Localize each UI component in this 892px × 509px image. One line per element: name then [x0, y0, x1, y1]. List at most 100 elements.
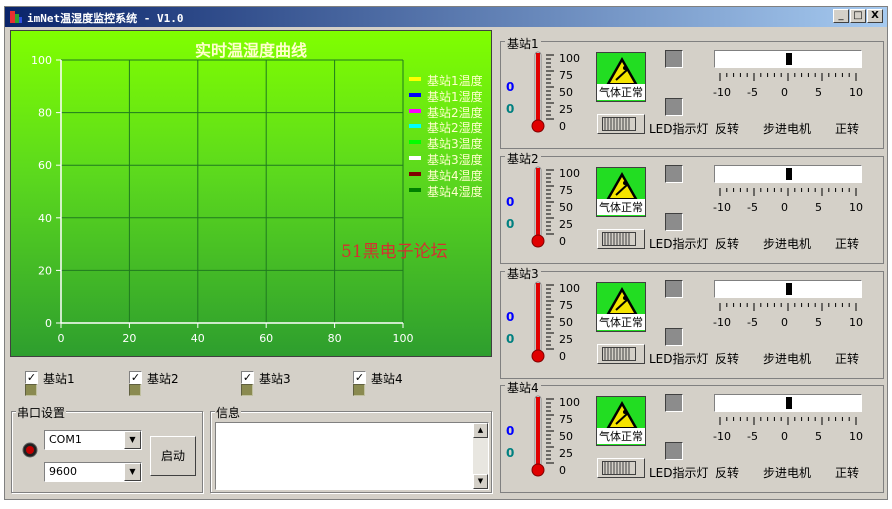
humidity-value: 0 [506, 102, 515, 116]
serial-settings-group: 串口设置 COM1 ▼ 9600 ▼ 启动 [11, 404, 203, 493]
y-tick-label: 20 [38, 264, 52, 277]
info-scrollbar[interactable]: ▲ ▼ [473, 423, 488, 489]
gas-status-text: 气体正常 [597, 428, 645, 444]
slider-tick-label: 0 [781, 201, 788, 214]
gas-status-indicator: 气体正常 [596, 52, 646, 102]
legend-swatch [409, 124, 421, 129]
scroll-up-icon[interactable]: ▲ [473, 423, 488, 438]
gas-status-text: 气体正常 [597, 199, 645, 215]
station2-indicator [129, 384, 141, 396]
motor-speed-slider[interactable] [714, 394, 862, 412]
slider-ticks [719, 188, 857, 196]
checkmark-icon[interactable]: ✓ [353, 371, 366, 384]
port-select-value: COM1 [49, 433, 82, 446]
reverse-button[interactable] [665, 213, 683, 231]
gauge-scale-label: 100 [559, 282, 580, 295]
legend-swatch [409, 187, 421, 192]
baud-select[interactable]: 9600 ▼ [44, 462, 142, 482]
forward-label: 正转 [835, 122, 860, 136]
x-tick-label: 60 [259, 332, 273, 345]
led-toggle-switch[interactable] [597, 344, 645, 364]
x-tick-label: 20 [122, 332, 136, 345]
slider-thumb[interactable] [785, 282, 793, 296]
minimize-button[interactable]: _ [833, 9, 849, 23]
forward-label: 正转 [835, 466, 860, 480]
humidity-value: 0 [506, 217, 515, 231]
gauge-scale-label: 75 [559, 69, 573, 82]
gas-status-indicator: 气体正常 [596, 396, 646, 446]
thermometer-icon [531, 51, 554, 133]
led-button[interactable] [665, 165, 683, 183]
reverse-button[interactable] [665, 328, 683, 346]
thermometer-icon [531, 166, 554, 248]
led-toggle-switch[interactable] [597, 458, 645, 478]
close-button[interactable]: X [867, 9, 883, 23]
slider-tick-label: -10 [713, 430, 731, 443]
gas-status-indicator: 气体正常 [596, 167, 646, 217]
legend-swatch [409, 171, 421, 176]
gauge-scale-label: 75 [559, 299, 573, 312]
gauge-scale-label: 100 [559, 396, 580, 409]
chevron-down-icon[interactable]: ▼ [124, 431, 141, 449]
x-tick-label: 80 [328, 332, 342, 345]
reverse-button[interactable] [665, 442, 683, 460]
reverse-label: 反转 [715, 466, 740, 480]
gas-status-text: 气体正常 [597, 314, 645, 330]
motor-speed-slider[interactable] [714, 165, 862, 183]
led-toggle-switch[interactable] [597, 229, 645, 249]
slider-tick-label: 5 [815, 86, 822, 99]
temperature-value: 0 [506, 424, 515, 438]
station3-indicator [241, 384, 253, 396]
switch-grip-icon [602, 232, 636, 246]
slider-thumb[interactable] [785, 52, 793, 66]
motor-speed-slider[interactable] [714, 50, 862, 68]
slider-thumb[interactable] [785, 396, 793, 410]
gauge-scale-label: 25 [559, 218, 573, 231]
led-button[interactable] [665, 280, 683, 298]
temperature-value: 0 [506, 310, 515, 324]
slider-tick-label: 10 [849, 86, 863, 99]
reverse-button[interactable] [665, 98, 683, 116]
port-select[interactable]: COM1 ▼ [44, 430, 142, 450]
warning-triangle-icon [606, 287, 638, 315]
checkmark-icon[interactable]: ✓ [25, 371, 38, 384]
motor-speed-slider[interactable] [714, 280, 862, 298]
slider-ticks [719, 417, 857, 425]
legend-label: 基站1温度 [427, 74, 483, 88]
chevron-down-icon[interactable]: ▼ [124, 463, 141, 481]
y-tick-label: 40 [38, 212, 52, 225]
gauge-scale-label: 50 [559, 86, 573, 99]
thermometer-icon [531, 281, 554, 363]
y-tick-label: 80 [38, 107, 52, 120]
slider-tick-label: 10 [849, 430, 863, 443]
checkmark-icon[interactable]: ✓ [129, 371, 142, 384]
slider-tick-label: 5 [815, 201, 822, 214]
led-label: LED指示灯 [649, 466, 709, 480]
led-button[interactable] [665, 50, 683, 68]
x-tick-label: 100 [393, 332, 414, 345]
info-textarea[interactable] [215, 422, 489, 490]
slider-thumb[interactable] [785, 167, 793, 181]
title-bar: imNet温湿度监控系统 - V1.0 _ □ X [5, 7, 887, 27]
gauge-scale-label: 50 [559, 430, 573, 443]
scroll-down-icon[interactable]: ▼ [473, 474, 488, 489]
led-button[interactable] [665, 394, 683, 412]
gas-status-text: 气体正常 [597, 84, 645, 100]
led-label: LED指示灯 [649, 352, 709, 366]
legend-swatch [409, 77, 421, 81]
checkmark-icon[interactable]: ✓ [241, 371, 254, 384]
gas-status-indicator: 气体正常 [596, 282, 646, 332]
slider-tick-label: 0 [781, 86, 788, 99]
led-toggle-switch[interactable] [597, 114, 645, 134]
temperature-value: 0 [506, 80, 515, 94]
gauge-scale-label: 25 [559, 103, 573, 116]
stepper-motor-label: 步进电机 [763, 466, 812, 480]
slider-tick-label: 0 [781, 316, 788, 329]
serial-settings-label: 串口设置 [16, 404, 67, 421]
maximize-button[interactable]: □ [850, 9, 866, 23]
realtime-chart: 实时温湿度曲线 0 20 40 60 80 100 0 20 40 60 80 100 基站1温度 基… [10, 30, 492, 357]
station4-indicator [353, 384, 365, 396]
gauge-scale-label: 0 [559, 120, 566, 133]
start-button[interactable]: 启动 [150, 436, 196, 476]
legend-swatch [409, 92, 421, 97]
